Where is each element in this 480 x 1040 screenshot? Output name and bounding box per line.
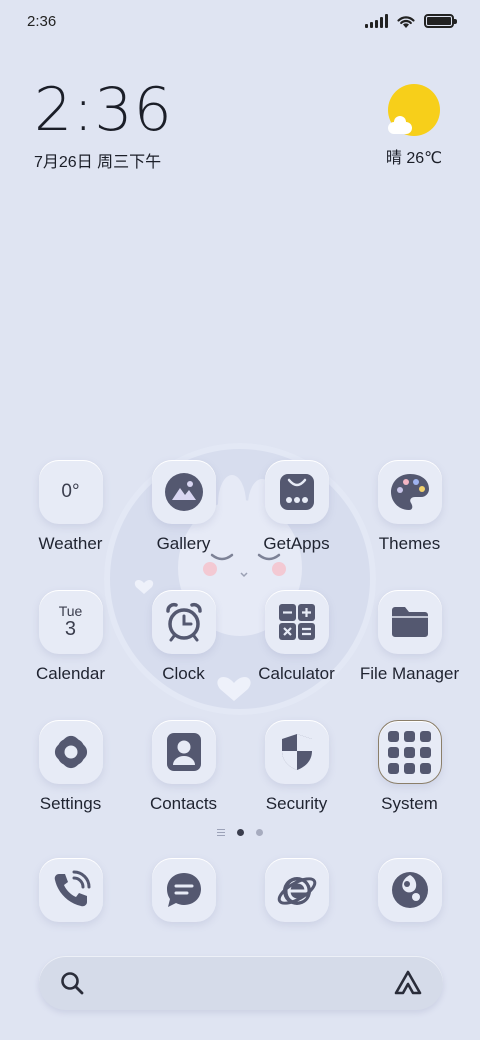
app-label: Weather: [38, 534, 103, 553]
folder-icon[interactable]: [377, 590, 442, 654]
app-label: Calendar: [36, 664, 105, 683]
weather-temperature: 26℃: [406, 150, 443, 167]
app-label: Settings: [39, 794, 102, 813]
status-time: 2:36: [27, 12, 57, 30]
app-file-manager[interactable]: File Manager: [353, 590, 466, 684]
app-row: Settings Contacts Security System: [14, 720, 466, 814]
app-label: Security: [265, 794, 328, 813]
shield-icon[interactable]: [264, 720, 329, 784]
app-gallery[interactable]: Gallery: [127, 460, 240, 554]
status-icons: [365, 14, 457, 29]
getapps-icon[interactable]: [264, 460, 329, 524]
dock-messages[interactable]: [127, 858, 240, 922]
assistant-icon[interactable]: [393, 970, 423, 996]
dock: [14, 858, 466, 922]
calendar-icon[interactable]: Tue 3: [38, 590, 103, 654]
app-list-indicator-icon: [217, 829, 225, 836]
app-calendar[interactable]: Tue 3 Calendar: [14, 590, 127, 684]
calendar-day: Tue: [58, 603, 83, 620]
contacts-icon[interactable]: [151, 720, 216, 784]
settings-icon[interactable]: [38, 720, 103, 784]
app-contacts[interactable]: Contacts: [127, 720, 240, 814]
app-themes[interactable]: Themes: [353, 460, 466, 554]
app-clock[interactable]: Clock: [127, 590, 240, 684]
weather-widget[interactable]: 晴 26℃: [384, 84, 444, 168]
phone-icon[interactable]: [38, 858, 103, 922]
page-dot-active: [237, 829, 244, 836]
app-settings[interactable]: Settings: [14, 720, 127, 814]
folder-preview-grid: [388, 730, 431, 774]
app-label: Clock: [162, 664, 205, 683]
battery-icon: [424, 14, 457, 28]
signal-icon: [365, 14, 388, 28]
page-indicator[interactable]: [0, 829, 480, 836]
app-label: Themes: [378, 534, 441, 553]
calculator-icon[interactable]: [264, 590, 329, 654]
app-getapps[interactable]: GetApps: [240, 460, 353, 554]
wifi-icon: [397, 15, 415, 28]
weather-icon[interactable]: 0°: [38, 460, 103, 524]
app-security[interactable]: Security: [240, 720, 353, 814]
dock-browser[interactable]: [240, 858, 353, 922]
weather-summary: 晴 26℃: [384, 144, 444, 168]
palette-icon[interactable]: [377, 460, 442, 524]
message-icon[interactable]: [151, 858, 216, 922]
app-weather[interactable]: 0° Weather: [14, 460, 127, 554]
page-dot: [256, 829, 263, 836]
app-label: Contacts: [149, 794, 218, 813]
app-label: GetApps: [263, 534, 330, 553]
status-bar: 2:36: [0, 0, 480, 42]
sunny-icon: [388, 84, 440, 136]
app-label: Calculator: [258, 664, 335, 683]
weather-condition: 晴: [385, 150, 402, 167]
dock-phone[interactable]: [14, 858, 127, 922]
gallery-icon[interactable]: [151, 460, 216, 524]
folder-grid-icon[interactable]: [377, 720, 442, 784]
app-label: Gallery: [156, 534, 211, 553]
weather-tile-temp: 0°: [61, 481, 80, 502]
app-label: File Manager: [359, 664, 460, 683]
search-bar[interactable]: [39, 956, 443, 1010]
camera-icon[interactable]: [377, 858, 442, 922]
browser-icon[interactable]: [264, 858, 329, 922]
calendar-tile: Tue 3: [59, 604, 83, 640]
dock-camera[interactable]: [353, 858, 466, 922]
app-row: Tue 3 Calendar Clock Calculator File Man…: [14, 590, 466, 684]
search-icon: [61, 972, 84, 995]
widget-date: 7月26日 周三下午: [34, 154, 162, 171]
app-system-folder[interactable]: System: [353, 720, 466, 814]
app-row: 0° Weather Gallery GetApps Themes: [14, 460, 466, 554]
app-label: System: [381, 794, 438, 813]
clock-widget[interactable]: 2:36 7月26日 周三下午: [34, 78, 173, 172]
app-grid: 0° Weather Gallery GetApps Themes Tue 3 …: [14, 460, 466, 850]
app-calculator[interactable]: Calculator: [240, 590, 353, 684]
alarm-clock-icon[interactable]: [151, 590, 216, 654]
widget-time: 2:36: [34, 75, 173, 145]
calendar-date: 3: [64, 617, 77, 640]
